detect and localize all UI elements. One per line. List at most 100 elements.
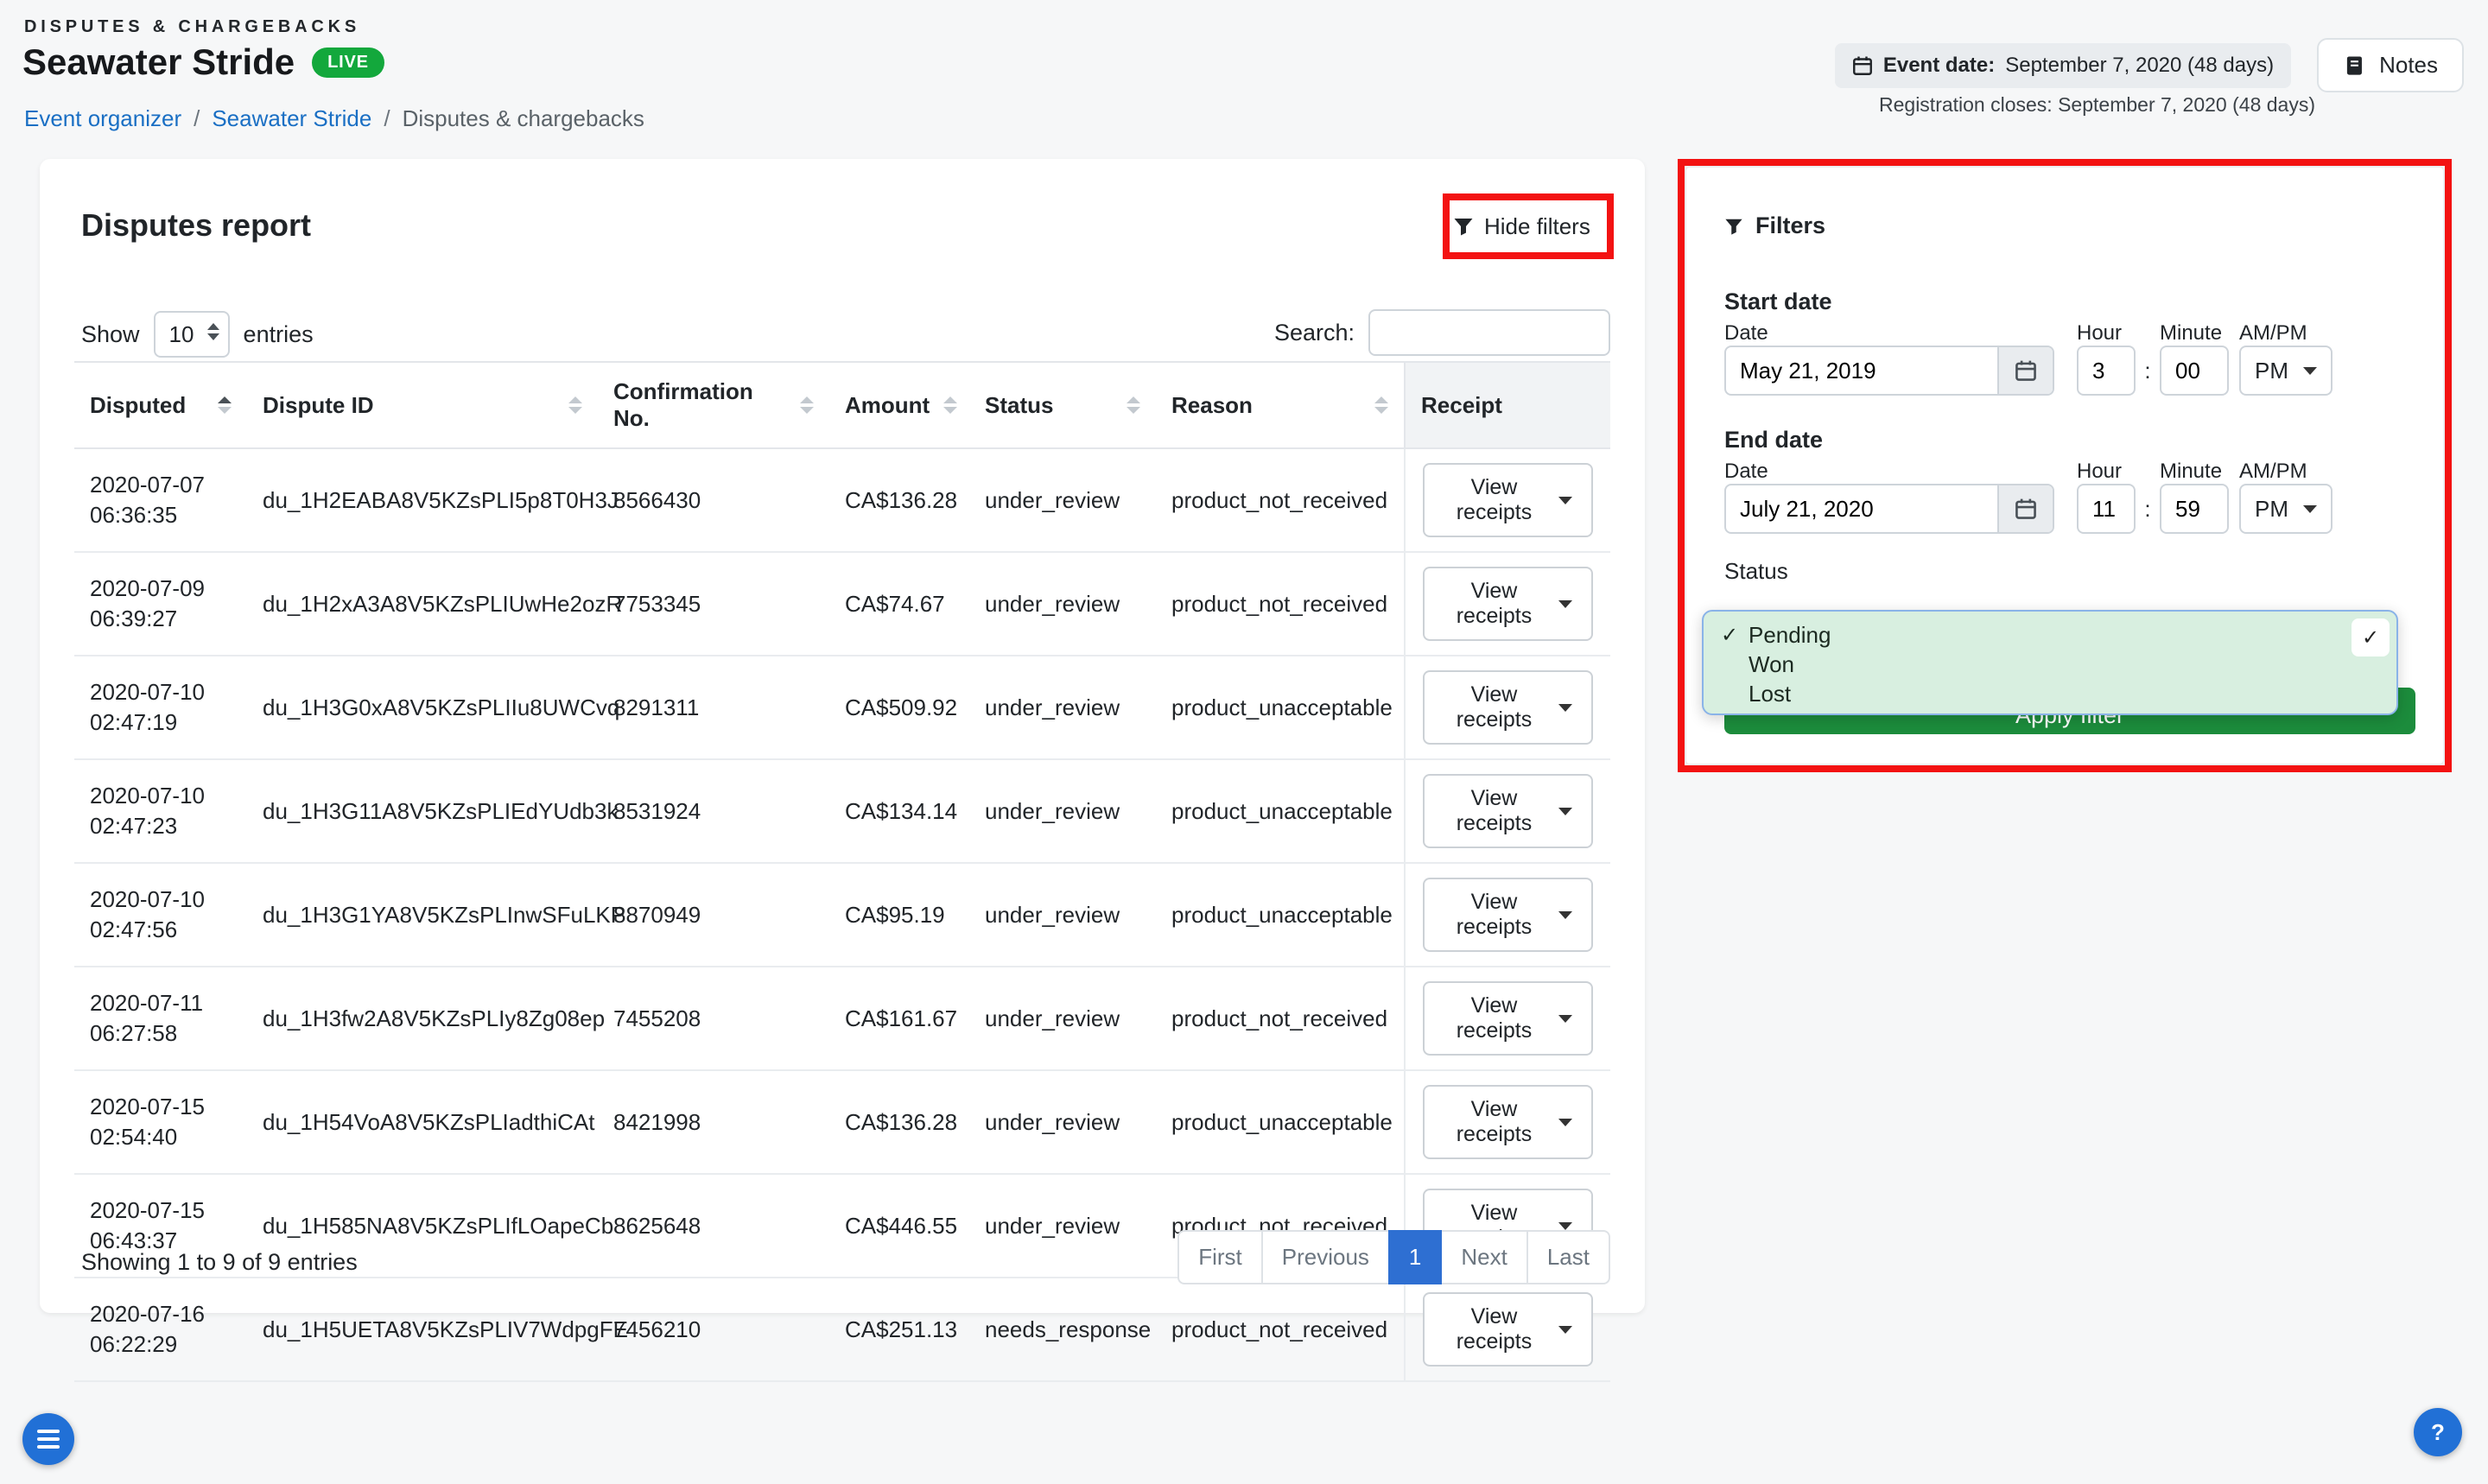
disputed-date: 2020-07-07 xyxy=(90,470,232,500)
search-input[interactable] xyxy=(1368,309,1610,356)
help-fab-button[interactable]: ? xyxy=(2414,1408,2462,1456)
breadcrumb-link-seawater-stride[interactable]: Seawater Stride xyxy=(212,105,371,132)
col-header-reason[interactable]: Reason xyxy=(1156,362,1405,448)
start-hour-input[interactable] xyxy=(2079,347,2134,394)
show-label: Show xyxy=(81,321,140,348)
col-label: Amount xyxy=(845,392,930,419)
breadcrumb-current: Disputes & chargebacks xyxy=(403,105,644,132)
sort-icon xyxy=(1127,396,1140,414)
disputed-time: 06:22:29 xyxy=(90,1329,232,1360)
start-date-input[interactable] xyxy=(1726,347,1997,394)
amount-cell: CA$134.14 xyxy=(829,759,969,863)
search-row: Search: xyxy=(1274,309,1610,356)
status-option[interactable]: ✓ Lost xyxy=(1704,679,2396,708)
col-label: Disputed xyxy=(90,392,186,419)
end-hour-input[interactable] xyxy=(2079,485,2134,532)
end-ampm-value: PM xyxy=(2255,496,2288,523)
event-date-pill: Event date: September 7, 2020 (48 days) xyxy=(1835,43,2291,88)
chevron-down-icon xyxy=(1558,808,1572,815)
start-minute-input[interactable] xyxy=(2161,347,2227,394)
end-date-input[interactable] xyxy=(1726,485,1997,532)
col-header-amount[interactable]: Amount xyxy=(829,362,969,448)
filter-icon xyxy=(1453,216,1474,237)
end-hour-label: Hour xyxy=(2077,460,2122,484)
view-receipts-button[interactable]: View receipts xyxy=(1423,878,1593,952)
event-date-label: Event date: xyxy=(1883,54,1995,78)
view-receipts-label: View receipts xyxy=(1444,1097,1545,1147)
receipt-cell: View receipts xyxy=(1405,656,1610,759)
chevron-down-icon xyxy=(1558,497,1572,504)
header-right: Event date: September 7, 2020 (48 days) … xyxy=(1835,38,2464,92)
disputed-cell: 2020-07-11 06:27:58 xyxy=(74,967,247,1070)
chevron-down-icon xyxy=(2303,367,2317,375)
view-receipts-label: View receipts xyxy=(1444,682,1545,732)
col-header-dispute-id[interactable]: Dispute ID xyxy=(247,362,598,448)
view-receipts-button[interactable]: View receipts xyxy=(1423,774,1593,848)
notes-button[interactable]: Notes xyxy=(2317,38,2464,92)
status-cell: under_review xyxy=(969,863,1156,967)
dispute-id-cell: du_1H54VoA8V5KZsPLIadthiCAt xyxy=(247,1070,598,1174)
dispute-id-cell: du_1H5UETA8V5KZsPLIV7WdpgFE xyxy=(247,1278,598,1381)
end-ampm-label: AM/PM xyxy=(2239,460,2307,484)
view-receipts-button[interactable]: View receipts xyxy=(1423,981,1593,1056)
time-separator: : xyxy=(2137,496,2158,523)
dispute-id-cell: du_1H3G11A8V5KZsPLIEdYUdb3k xyxy=(247,759,598,863)
end-ampm-select[interactable]: PM xyxy=(2239,484,2332,534)
disputed-date: 2020-07-09 xyxy=(90,574,232,604)
dispute-id-cell: du_1H3G1YA8V5KZsPLInwSFuLKP xyxy=(247,863,598,967)
confirmation-cell: 8870949 xyxy=(598,863,829,967)
report-title: Disputes report xyxy=(81,207,311,244)
entries-select[interactable]: 10 xyxy=(154,311,230,358)
dispute-id-cell: du_1H2xA3A8V5KZsPLIUwHe2ozR xyxy=(247,552,598,656)
disputed-time: 02:47:19 xyxy=(90,707,232,738)
end-minute-input[interactable] xyxy=(2161,485,2227,532)
status-option[interactable]: ✓ Won xyxy=(1704,650,2396,679)
dispute-id-cell: du_1H3fw2A8V5KZsPLIy8Zg08ep xyxy=(247,967,598,1070)
pagination-next[interactable]: Next xyxy=(1440,1230,1527,1284)
receipt-cell: View receipts xyxy=(1405,448,1610,552)
col-header-status[interactable]: Status xyxy=(969,362,1156,448)
pagination-previous[interactable]: Previous xyxy=(1261,1230,1390,1284)
view-receipts-button[interactable]: View receipts xyxy=(1423,567,1593,641)
view-receipts-label: View receipts xyxy=(1444,1304,1545,1354)
view-receipts-button[interactable]: View receipts xyxy=(1423,1085,1593,1159)
start-ampm-select[interactable]: PM xyxy=(2239,346,2332,396)
view-receipts-button[interactable]: View receipts xyxy=(1423,1292,1593,1367)
breadcrumb-separator: / xyxy=(384,105,390,132)
filters-title-label: Filters xyxy=(1755,212,1825,239)
disputed-cell: 2020-07-10 02:47:23 xyxy=(74,759,247,863)
view-receipts-button[interactable]: View receipts xyxy=(1423,463,1593,537)
disputes-report-card: Disputes report Hide filters Show 10 ent… xyxy=(40,159,1645,1313)
table-row: 2020-07-15 02:54:40 du_1H54VoA8V5KZsPLIa… xyxy=(74,1070,1610,1174)
pagination: First Previous 1 Next Last xyxy=(1177,1230,1610,1284)
col-label: Status xyxy=(985,392,1053,419)
start-minute-label: Minute xyxy=(2160,321,2222,346)
status-dropdown: ✓ Pending ✓ Won ✓ Lost ✓ xyxy=(1702,610,2398,715)
start-calendar-button[interactable] xyxy=(1997,347,2053,394)
col-header-disputed[interactable]: Disputed xyxy=(74,362,247,448)
pagination-page-1[interactable]: 1 xyxy=(1388,1230,1442,1284)
end-calendar-button[interactable] xyxy=(1997,485,2053,532)
chevron-down-icon xyxy=(1558,1119,1572,1126)
pagination-last[interactable]: Last xyxy=(1526,1230,1610,1284)
receipt-cell: View receipts xyxy=(1405,1278,1610,1381)
view-receipts-button[interactable]: View receipts xyxy=(1423,670,1593,745)
disputed-cell: 2020-07-15 02:54:40 xyxy=(74,1070,247,1174)
entries-select-value: 10 xyxy=(169,321,194,348)
notes-label: Notes xyxy=(2379,52,2438,79)
col-label: Reason xyxy=(1171,392,1253,419)
confirmation-cell: 8566430 xyxy=(598,448,829,552)
pagination-first[interactable]: First xyxy=(1177,1230,1263,1284)
hide-filters-button[interactable]: Hide filters xyxy=(1453,202,1590,251)
entries-summary: Showing 1 to 9 of 9 entries xyxy=(81,1249,358,1276)
end-date-heading: End date xyxy=(1724,427,1823,453)
disputed-cell: 2020-07-10 02:47:56 xyxy=(74,863,247,967)
registration-closes: Registration closes: September 7, 2020 (… xyxy=(1879,93,2315,117)
chevron-down-icon xyxy=(1558,1015,1572,1023)
status-option-label: Pending xyxy=(1749,622,1831,649)
status-cell: under_review xyxy=(969,1174,1156,1278)
status-option[interactable]: ✓ Pending xyxy=(1704,620,2396,650)
breadcrumb-link-event-organizer[interactable]: Event organizer xyxy=(24,105,181,132)
menu-fab-button[interactable] xyxy=(22,1413,74,1465)
col-header-confirmation[interactable]: Confirmation No. xyxy=(598,362,829,448)
